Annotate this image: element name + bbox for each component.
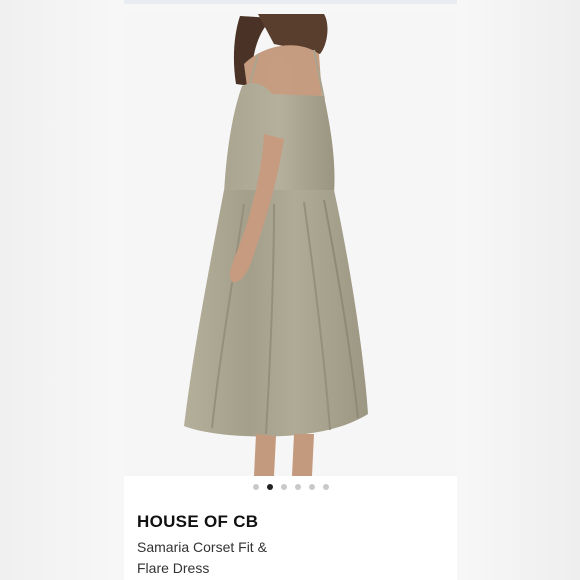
listing-page: HOUSE OF CB Samaria Corset Fit & Flare D… bbox=[0, 0, 580, 580]
pagination-dot[interactable] bbox=[280, 484, 287, 490]
pagination-dot[interactable] bbox=[308, 484, 315, 490]
pagination-dot[interactable] bbox=[322, 484, 329, 490]
brand-name[interactable]: HOUSE OF CB bbox=[137, 512, 258, 532]
product-card[interactable]: HOUSE OF CB Samaria Corset Fit & Flare D… bbox=[124, 14, 457, 580]
pagination-dot-active[interactable] bbox=[266, 484, 273, 490]
image-pagination bbox=[124, 484, 457, 492]
top-bar bbox=[124, 0, 457, 4]
product-title[interactable]: Samaria Corset Fit & Flare Dress bbox=[137, 537, 297, 579]
pagination-dot[interactable] bbox=[252, 484, 259, 490]
dress-photo-icon bbox=[124, 14, 457, 476]
product-image[interactable] bbox=[124, 14, 457, 476]
pagination-dot[interactable] bbox=[294, 484, 301, 490]
